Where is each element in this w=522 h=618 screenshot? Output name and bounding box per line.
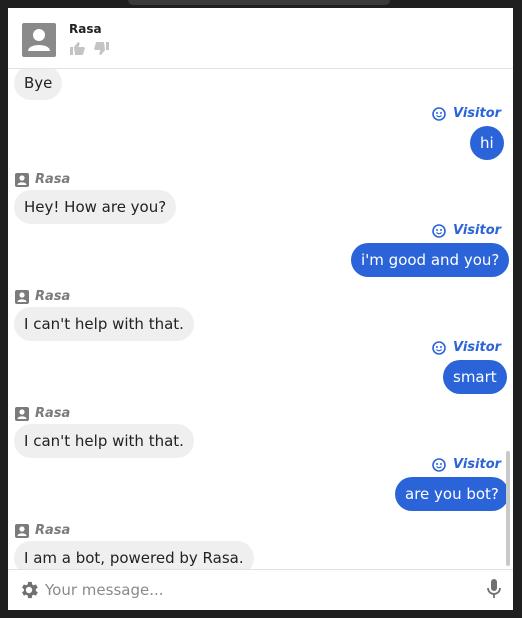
bot-name: Rasa	[69, 22, 102, 36]
person-avatar-icon	[15, 407, 29, 421]
bot-message: I can't help with that.	[14, 424, 194, 458]
microphone-icon[interactable]	[485, 578, 503, 600]
bot-message: I am a bot, powered by Rasa.	[14, 541, 254, 569]
bot-avatar-icon	[22, 23, 56, 57]
person-avatar-icon	[15, 173, 29, 187]
smiley-face-icon	[432, 458, 446, 472]
bot-label: Rasa	[15, 523, 85, 539]
thumbs-up-icon[interactable]	[69, 41, 86, 56]
visitor-label: Visitor	[432, 457, 507, 473]
user-message: smart	[443, 360, 507, 394]
smiley-face-icon	[432, 107, 446, 121]
bot-label: Rasa	[15, 406, 85, 422]
gear-icon[interactable]	[18, 579, 40, 601]
message-list[interactable]: Bye Visitor hi Rasa Hey! How are you? Vi…	[8, 69, 513, 569]
message-input[interactable]	[45, 578, 465, 602]
visitor-label: Visitor	[432, 223, 507, 239]
bot-message: Bye	[14, 69, 63, 100]
message-scrollbar[interactable]	[506, 451, 510, 566]
user-message: i'm good and you?	[351, 243, 510, 277]
thumbs-down-icon[interactable]	[93, 41, 110, 56]
browser-top-edge	[128, 0, 390, 5]
bot-message: Hey! How are you?	[14, 190, 177, 224]
smiley-face-icon	[432, 341, 446, 355]
chat-header: Rasa	[8, 8, 513, 69]
visitor-label: Visitor	[432, 106, 507, 122]
chat-widget: Rasa Bye Visitor hi Rasa Hey! How are yo	[8, 8, 513, 610]
bot-message: I can't help with that.	[14, 307, 194, 341]
user-message: hi	[470, 126, 504, 160]
user-message: are you bot?	[395, 477, 509, 511]
bot-label: Rasa	[15, 172, 85, 188]
visitor-label: Visitor	[432, 340, 507, 356]
smiley-face-icon	[432, 224, 446, 238]
person-avatar-icon	[15, 524, 29, 538]
message-composer	[8, 569, 513, 610]
person-avatar-icon	[15, 290, 29, 304]
bot-label: Rasa	[15, 289, 85, 305]
